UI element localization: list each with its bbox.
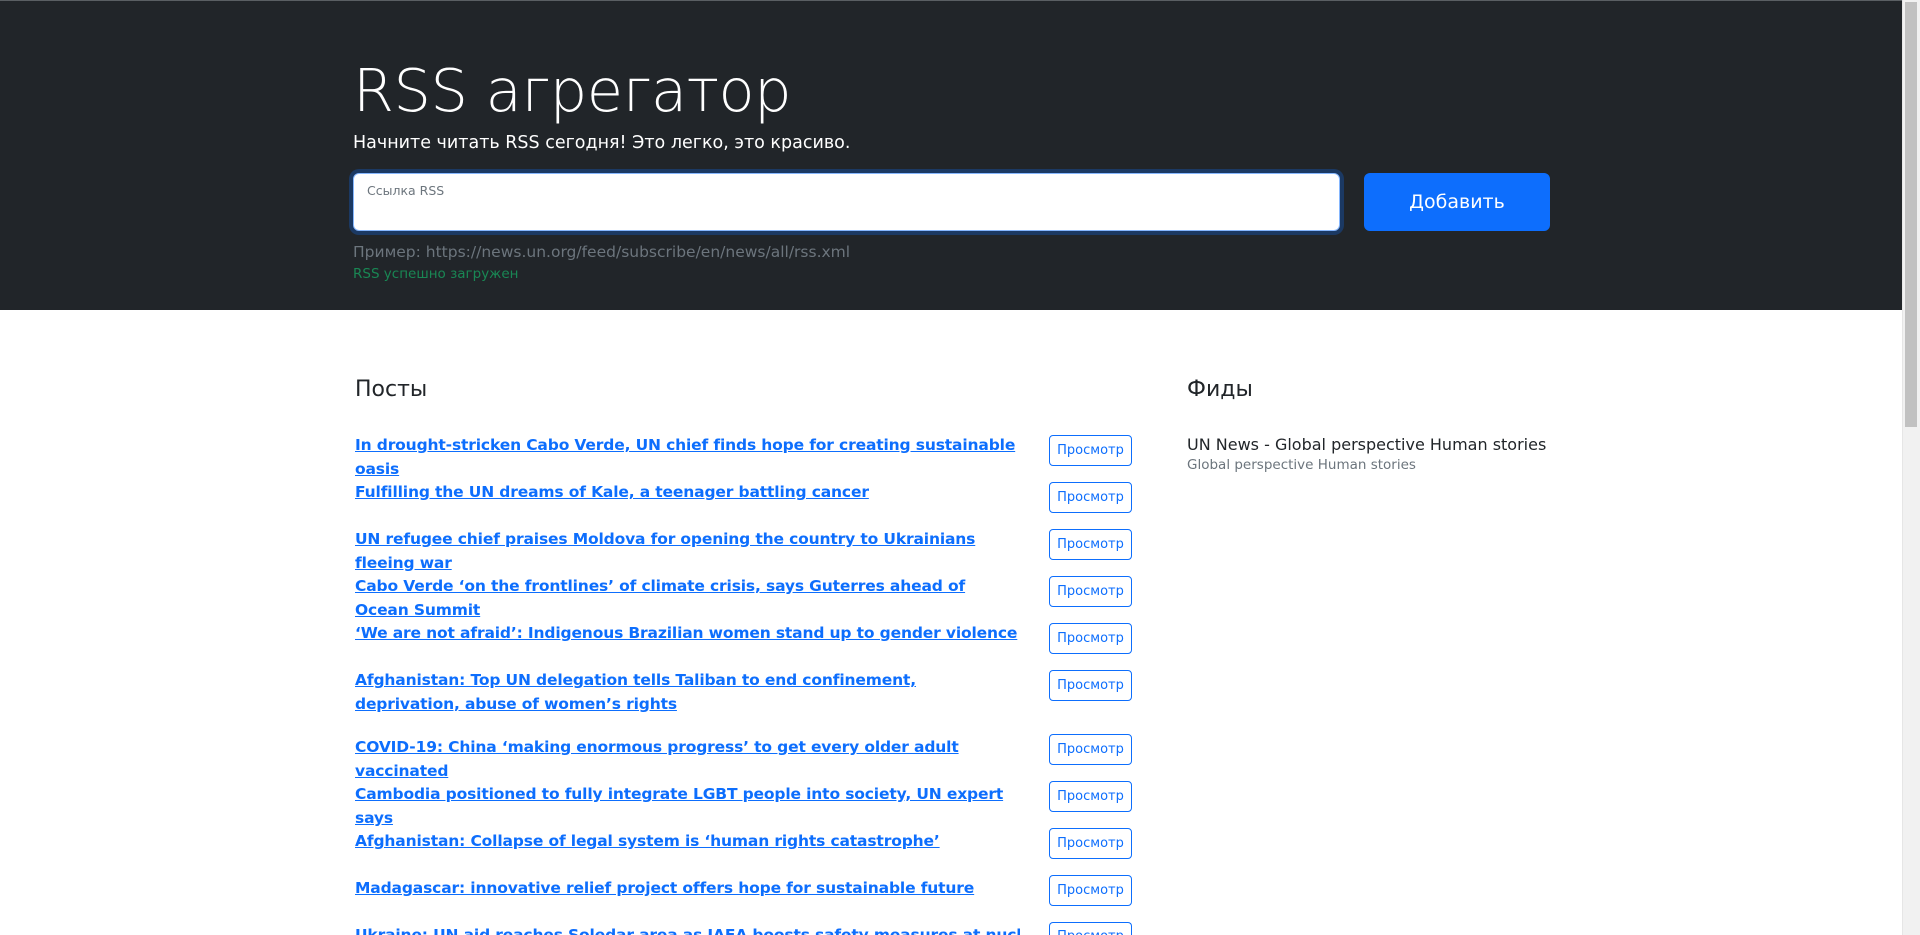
feedback-message: RSS успешно загружен	[353, 266, 519, 282]
rss-url-input[interactable]	[354, 174, 1339, 230]
feeds-title: Фиды	[1187, 377, 1253, 402]
view-button[interactable]: Просмотр	[1049, 670, 1132, 701]
post-link[interactable]: Fulfilling the UN dreams of Kale, a teen…	[355, 480, 1020, 504]
post-link[interactable]: COVID-19: China ‘making enormous progres…	[355, 735, 1020, 783]
post-link[interactable]: Afghanistan: Top UN delegation tells Tal…	[355, 668, 1020, 716]
post-link[interactable]: Cabo Verde ‘on the frontlines’ of climat…	[355, 574, 1020, 622]
post-link[interactable]: Madagascar: innovative relief project of…	[355, 876, 1020, 900]
feed-description: Global perspective Human stories	[1187, 457, 1416, 473]
post-link[interactable]: Cambodia positioned to fully integrate L…	[355, 782, 1020, 830]
view-button[interactable]: Просмотр	[1049, 828, 1132, 859]
post-link[interactable]: In drought-stricken Cabo Verde, UN chief…	[355, 433, 1020, 481]
view-button[interactable]: Просмотр	[1049, 576, 1132, 607]
view-button[interactable]: Просмотр	[1049, 875, 1132, 906]
view-button[interactable]: Просмотр	[1049, 781, 1132, 812]
view-button[interactable]: Просмотр	[1049, 529, 1132, 560]
post-link[interactable]: ‘We are not afraid’: Indigenous Brazilia…	[355, 621, 1020, 645]
view-button[interactable]: Просмотр	[1049, 922, 1132, 935]
scrollbar-thumb[interactable]	[1905, 2, 1917, 427]
add-button[interactable]: Добавить	[1364, 173, 1550, 231]
feed-title: UN News - Global perspective Human stori…	[1187, 435, 1547, 454]
view-button[interactable]: Просмотр	[1049, 435, 1132, 466]
page-title: RSS агрегатор	[353, 56, 792, 125]
example-hint: Пример: https://news.un.org/feed/subscri…	[353, 243, 851, 261]
view-button[interactable]: Просмотр	[1049, 623, 1132, 654]
view-button[interactable]: Просмотр	[1049, 734, 1132, 765]
post-link[interactable]: Afghanistan: Collapse of legal system is…	[355, 829, 1020, 853]
post-link[interactable]: Ukraine: UN aid reaches Soledar area as …	[355, 923, 1020, 935]
page-lead: Начните читать RSS сегодня! Это легко, э…	[353, 133, 851, 153]
rss-input-container[interactable]: Ссылка RSS	[353, 173, 1340, 231]
posts-title: Посты	[355, 377, 428, 402]
hero-header: RSS агрегатор Начните читать RSS сегодня…	[0, 0, 1902, 310]
rss-input-floating-label: Ссылка RSS	[367, 183, 445, 198]
post-link[interactable]: UN refugee chief praises Moldova for ope…	[355, 527, 1020, 575]
view-button[interactable]: Просмотр	[1049, 482, 1132, 513]
